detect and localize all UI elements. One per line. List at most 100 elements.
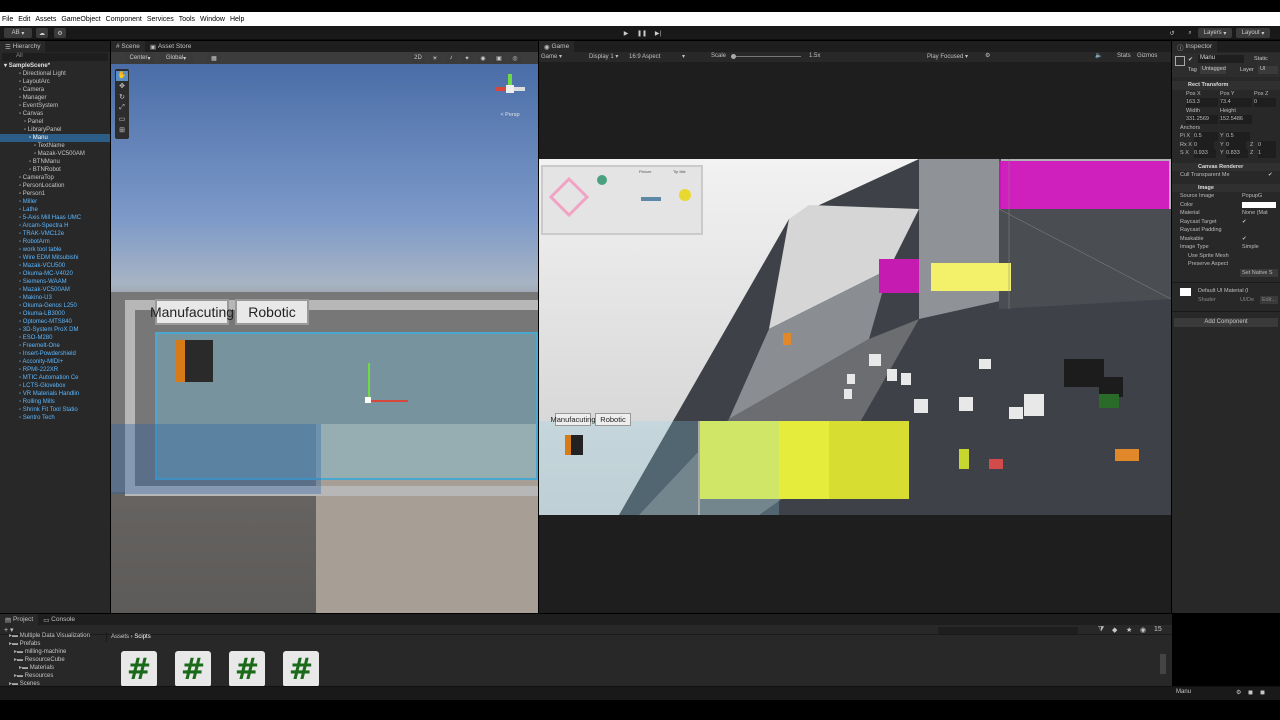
audio-mute-icon[interactable]: 🔈: [1095, 52, 1102, 59]
hierarchy-item[interactable]: ▫ Okuma-LB3000: [0, 310, 110, 318]
rect-tool-icon[interactable]: ▭: [116, 115, 128, 125]
hierarchy-item[interactable]: ▫ Okuma-Genos L250: [0, 302, 110, 310]
scale-slider[interactable]: [731, 56, 801, 57]
hierarchy-item[interactable]: ▫ BTNManu: [0, 158, 110, 166]
hierarchy-item[interactable]: ▫ Sentro Tech: [0, 414, 110, 422]
hierarchy-item[interactable]: ▫ Arcam-Spectra H: [0, 222, 110, 230]
hierarchy-item[interactable]: ▫ Mazak-VCU500: [0, 262, 110, 270]
history-icon[interactable]: ↺: [1166, 28, 1178, 38]
game-manufacturing-button[interactable]: Manufacuting: [550, 413, 596, 426]
layers-dropdown[interactable]: Layers ▾: [1198, 28, 1232, 38]
hierarchy-item[interactable]: ▫ LibraryPanel: [0, 126, 110, 134]
2d-toggle[interactable]: 2D: [411, 53, 425, 63]
image-property-value[interactable]: None (Mat: [1242, 209, 1268, 218]
rotation-y-field[interactable]: 0: [1226, 140, 1246, 149]
hierarchy-item[interactable]: ▫ Miller: [0, 198, 110, 206]
hierarchy-item[interactable]: ▫ LCTS-Glovebox: [0, 382, 110, 390]
layout-dropdown[interactable]: Layout ▾: [1236, 28, 1270, 38]
pause-button[interactable]: ❚❚: [636, 28, 648, 38]
shader-edit-button[interactable]: Edit...: [1260, 295, 1279, 304]
persp-label[interactable]: < Persp: [495, 112, 525, 118]
game-view-dropdown[interactable]: Game ▾: [541, 53, 562, 60]
hierarchy-item[interactable]: ▫ MTIC Automation Ce: [0, 374, 110, 382]
hierarchy-item[interactable]: ▫ Lathe: [0, 206, 110, 214]
hierarchy-item[interactable]: ▫ RobotArm: [0, 238, 110, 246]
rotation-x-field[interactable]: 0: [1194, 140, 1214, 149]
play-button[interactable]: ▶: [620, 28, 632, 38]
hierarchy-item[interactable]: ▫ EventSystem: [0, 102, 110, 110]
camera-icon[interactable]: ▣: [493, 53, 505, 63]
hierarchy-item[interactable]: ▫ TextName: [0, 142, 110, 150]
space-dropdown[interactable]: Global ▾: [159, 53, 193, 63]
rotation-z-field[interactable]: 0: [1258, 140, 1276, 149]
hierarchy-item[interactable]: ▫ Mazak-VC500AM: [0, 150, 110, 158]
tab-project[interactable]: ▤ Project: [0, 614, 39, 625]
light-icon[interactable]: ☀: [429, 53, 441, 63]
menu-item[interactable]: Component: [106, 16, 142, 23]
hierarchy-item[interactable]: ▫ Siemens-WAAM: [0, 278, 110, 286]
hierarchy-item[interactable]: ▫ Camera: [0, 86, 110, 94]
rect-transform-header[interactable]: Rect Transform: [1172, 81, 1280, 90]
hierarchy-item[interactable]: ▫ Directional Light: [0, 70, 110, 78]
hand-tool-icon[interactable]: ✋: [116, 71, 128, 81]
hierarchy-item[interactable]: ▾ SampleScene*: [0, 62, 110, 70]
tab-hierarchy[interactable]: ☰ Hierarchy: [0, 41, 46, 52]
active-checkbox[interactable]: ✔: [1188, 56, 1193, 63]
hierarchy-item[interactable]: ▫ RPMI-222XR: [0, 366, 110, 374]
menu-item[interactable]: Tools: [179, 16, 195, 23]
layer-dropdown[interactable]: UI: [1258, 66, 1278, 74]
canvas-renderer-header[interactable]: Canvas Renderer: [1172, 162, 1280, 171]
static-toggle[interactable]: Static: [1254, 56, 1268, 62]
image-property-value[interactable]: Simple: [1242, 243, 1259, 252]
grid-icon[interactable]: ▦: [207, 53, 221, 63]
scene-robotic-button[interactable]: Robotic: [235, 299, 309, 325]
display-dropdown[interactable]: Display 1 ▾: [589, 53, 618, 60]
pivot-x-field[interactable]: 0.5: [1194, 132, 1218, 141]
hierarchy-item[interactable]: ▫ 3D-System ProX DM: [0, 326, 110, 334]
gizmos-toggle[interactable]: Gizmos: [1137, 53, 1157, 59]
menu-item[interactable]: GameObject: [61, 16, 100, 23]
orientation-gizmo[interactable]: [495, 74, 525, 104]
menu-item[interactable]: Window: [200, 16, 225, 23]
settings-icon[interactable]: ⚙: [985, 52, 990, 59]
hierarchy-item[interactable]: ▫ Freemelt-One: [0, 342, 110, 350]
hierarchy-item[interactable]: ▫ 5-Axis Mill Haas UMC: [0, 214, 110, 222]
height-field[interactable]: 152.5486: [1220, 115, 1252, 124]
pos-y-field[interactable]: 73.4: [1220, 98, 1252, 107]
tag-dropdown[interactable]: Untagged: [1200, 66, 1226, 74]
account-dropdown[interactable]: AB ▾: [4, 28, 32, 38]
project-folder[interactable]: ▸▬ Multiple Data Visualization: [0, 632, 106, 640]
play-mode-dropdown[interactable]: Play Focused ▾: [927, 53, 968, 60]
hierarchy-item[interactable]: ▫ Panel: [0, 118, 110, 126]
hierarchy-item[interactable]: ▫ Makino-U3: [0, 294, 110, 302]
object-name-field[interactable]: Manu: [1198, 55, 1244, 63]
pos-z-field[interactable]: 0: [1254, 98, 1276, 107]
project-folder[interactable]: ▸▬ milling-machine: [0, 648, 106, 656]
stats-toggle[interactable]: Stats: [1117, 53, 1131, 59]
project-folder[interactable]: ▸▬ Resources: [0, 672, 106, 680]
width-field[interactable]: 331.2569: [1186, 115, 1218, 124]
image-property-value[interactable]: ✔: [1242, 218, 1247, 227]
collab-icon[interactable]: ⚙: [54, 28, 66, 38]
fx-icon[interactable]: ✦: [461, 53, 473, 63]
add-component-button[interactable]: Add Component: [1174, 318, 1278, 327]
image-property-value[interactable]: [1242, 201, 1276, 208]
gizmos-icon[interactable]: ◎: [509, 53, 521, 63]
hierarchy-item[interactable]: ▫ Okuma-MC-V4020: [0, 270, 110, 278]
breadcrumb-assets[interactable]: Assets: [111, 634, 129, 640]
hierarchy-item[interactable]: ▫ Manu: [0, 134, 110, 142]
cull-checkbox[interactable]: ✔: [1268, 171, 1273, 180]
hierarchy-item[interactable]: ▫ Mazak-VC500AM: [0, 286, 110, 294]
menu-item[interactable]: File: [2, 16, 13, 23]
menu-item[interactable]: Services: [147, 16, 174, 23]
menu-item[interactable]: Assets: [35, 16, 56, 23]
script-file-icon[interactable]: #: [175, 651, 211, 687]
menu-item[interactable]: Help: [230, 16, 244, 23]
material-row[interactable]: Default UI Material (I: [1172, 287, 1280, 296]
hierarchy-item[interactable]: ▫ Wire EDM Mitsubishi: [0, 254, 110, 262]
debug-icon[interactable]: ⚙: [1236, 689, 1241, 696]
game-robotic-button[interactable]: Robotic: [595, 413, 631, 426]
image-header[interactable]: Image: [1172, 183, 1280, 192]
hierarchy-item[interactable]: ▫ Manager: [0, 94, 110, 102]
hierarchy-item[interactable]: ▫ Canvas: [0, 110, 110, 118]
